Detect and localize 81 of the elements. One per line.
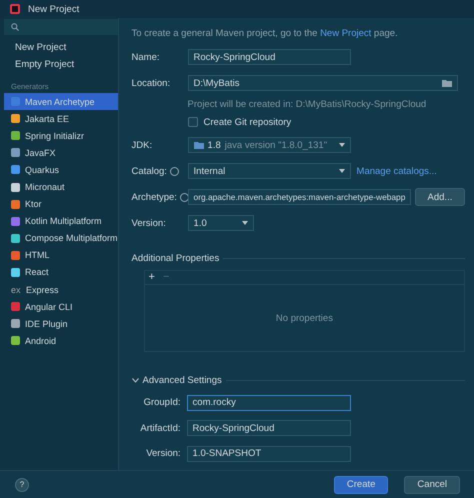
field-label: JDK: [132, 140, 154, 150]
checkbox-label: Create Git repository [204, 116, 292, 128]
item-label: Jakarta EE [25, 114, 70, 124]
help-button[interactable]: ? [15, 478, 29, 492]
field-label: Version: [132, 218, 167, 228]
dialog-button[interactable]: Create [334, 476, 388, 494]
item-label: Maven Archetype [25, 96, 95, 107]
sidebar-item[interactable]: Maven Archetype [4, 93, 118, 110]
intro-text: To create a general Maven project, go to the New Project page. [132, 28, 399, 41]
jdk-dropdown[interactable]: 1.8 java version "1.8.0_131" [188, 137, 351, 153]
search-icon [11, 23, 19, 31]
sidebar-item[interactable]: IDE Plugin [4, 315, 118, 332]
sidebar-item[interactable]: React [4, 264, 118, 282]
folder-icon[interactable] [442, 79, 452, 87]
dialog-button[interactable]: Cancel [404, 476, 460, 494]
sidebar-item[interactable]: JavaFX [4, 144, 118, 162]
item-label: Quarkus [25, 164, 60, 175]
field-label: Version: [145, 448, 181, 460]
field-value: org.apache.maven.archetypes:maven-archetype-webapp [194, 192, 406, 202]
catalog-dropdown[interactable]: Internal [188, 163, 351, 179]
item-label: Ktor [25, 199, 42, 210]
field-value: 1.0 [194, 218, 207, 228]
field-value: Internal [194, 166, 226, 176]
search-field[interactable] [4, 19, 118, 35]
section-title: Additional Properties [132, 252, 220, 264]
sidebar-item[interactable]: Ktor [4, 196, 118, 213]
item-label: IDE Plugin [25, 318, 68, 329]
section-title: Advanced Settings [142, 374, 222, 386]
sidebar-item[interactable]: HTML [4, 246, 118, 264]
app-logo-icon [10, 4, 20, 14]
field-label: GroupId: [142, 397, 181, 408]
folder-icon [194, 141, 204, 149]
item-label: React [25, 267, 49, 278]
chevron-icon[interactable] [132, 378, 139, 382]
window-title: New Project [28, 4, 80, 14]
item-label: Android [25, 336, 56, 346]
checkbox[interactable] [188, 117, 198, 127]
text-field[interactable]: 1.0-SNAPSHOT [186, 446, 351, 462]
item-label: Angular CLI [25, 302, 73, 312]
text-field[interactable]: com.rocky [186, 394, 351, 411]
field-value: D:\MyBatis [194, 78, 240, 88]
sidebar-item[interactable]: Angular CLI [4, 298, 118, 316]
item-label: Compose Multiplatform [25, 233, 118, 244]
add-button[interactable]: + [148, 272, 155, 283]
item-label: Spring Initializr [25, 130, 84, 141]
item-label: Micronaut [25, 182, 65, 192]
sidebar-item[interactable]: Spring Initializr [4, 127, 118, 144]
caret-icon [338, 143, 345, 147]
manage-catalogs-link[interactable]: Manage catalogs... [356, 166, 437, 176]
sidebar-item[interactable]: New Project [0, 39, 118, 56]
field-label: Name: [132, 52, 161, 62]
field-label: Location: [132, 78, 172, 88]
text-field[interactable]: Rocky-SpringCloud [186, 420, 351, 436]
item-label: Kotlin Multiplatform [25, 216, 102, 226]
location-field[interactable]: D:\MyBatis [188, 75, 458, 91]
generator-icon: ex [11, 284, 21, 295]
sidebar-item[interactable]: Empty Project [0, 56, 118, 73]
jdk-detail: java version "1.8.0_131" [224, 140, 328, 150]
field-label: Archetype: [132, 192, 177, 202]
sidebar-item[interactable]: Kotlin Multiplatform [4, 212, 118, 230]
add-button[interactable]: Add... [414, 188, 466, 206]
sidebar-item[interactable]: ex Express [4, 281, 118, 298]
sidebar-item[interactable]: Micronaut [4, 178, 118, 196]
item-label: JavaFX [25, 148, 56, 158]
name-field[interactable]: Rocky-SpringCloud [188, 49, 351, 65]
location-hint: Project will be created in: D:\MyBatis\Rocky-SpringCloud [186, 98, 428, 112]
sidebar-item[interactable]: Quarkus [4, 161, 118, 178]
new-project-link[interactable]: New Project [320, 28, 372, 39]
item-label: Express [26, 284, 59, 295]
empty-message: No properties [276, 312, 333, 324]
sidebar-item[interactable]: Compose Multiplatform [4, 230, 118, 247]
version-dropdown[interactable]: 1.0 [188, 215, 254, 231]
archetype-dropdown[interactable]: org.apache.maven.archetypes:maven-archetype-webapp [188, 189, 411, 205]
field-label: Catalog: [132, 166, 167, 176]
caret-icon [242, 221, 248, 225]
sidebar-item[interactable]: Android [4, 332, 118, 350]
sidebar-item[interactable]: Jakarta EE [4, 110, 118, 128]
field-label: ArtifactId: [139, 422, 181, 434]
caret-icon [338, 169, 345, 173]
item-label: HTML [25, 250, 50, 260]
jdk-version: 1.8 [208, 140, 221, 150]
